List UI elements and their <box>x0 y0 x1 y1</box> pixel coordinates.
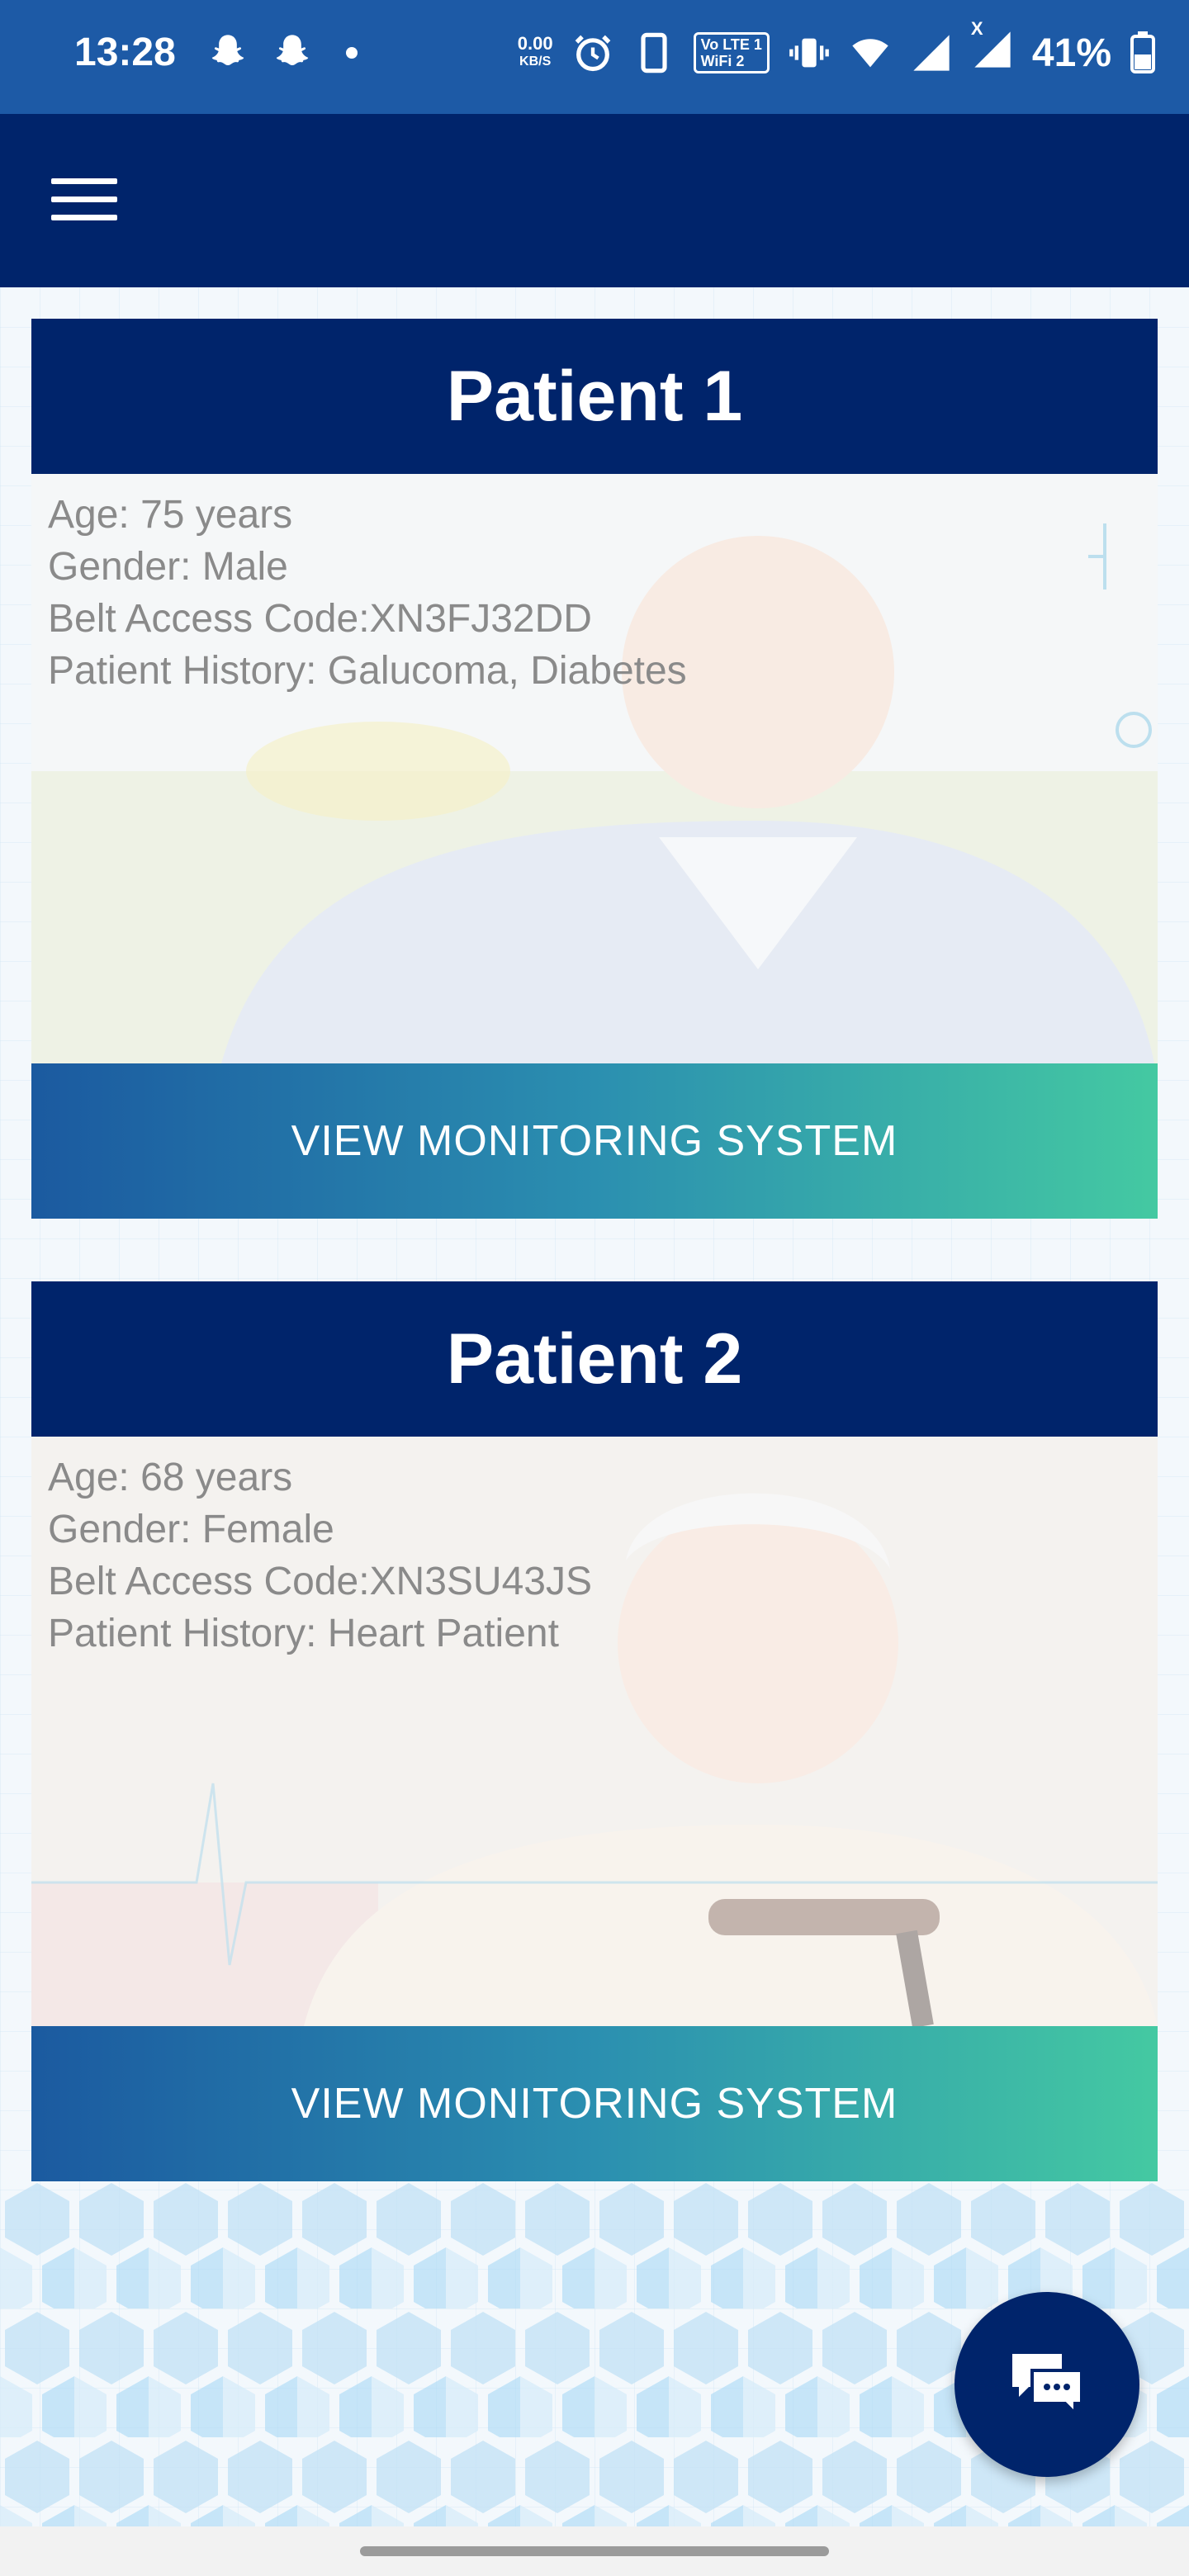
signal-icon <box>913 35 950 71</box>
wifi-calling-label: WiFi 2 <box>700 53 745 69</box>
net-speed-value: 0.00 <box>517 33 553 54</box>
dot-icon <box>346 47 358 59</box>
snapchat-icon <box>211 35 244 66</box>
patient-details: Age: 68 years Gender: Female Belt Access… <box>48 1451 592 1660</box>
net-speed-unit: KB/S <box>519 54 552 69</box>
volte-wifi-badge: Vo LTE 1 WiFi 2 <box>693 32 770 73</box>
battery-percent: 41% <box>1031 31 1111 75</box>
patient-age: Age: 75 years <box>48 493 293 537</box>
battery-icon <box>1130 31 1155 73</box>
chat-bubble-icon <box>1012 2354 1083 2417</box>
vibrate-icon <box>789 38 829 68</box>
home-gesture-bar[interactable] <box>360 2546 829 2556</box>
patient-history: Patient History: Heart Patient <box>48 1612 559 1655</box>
patient-belt-code: Belt Access Code:XN3FJ32DD <box>48 597 592 641</box>
patient-title: Patient 1 <box>31 319 1158 474</box>
patient-gender: Gender: Male <box>48 545 288 589</box>
view-monitoring-button[interactable]: VIEW MONITORING SYSTEM <box>31 2026 1158 2181</box>
phone-icon <box>640 32 667 73</box>
patient-title: Patient 2 <box>31 1281 1158 1437</box>
patient-list[interactable]: Patient 1 Age: 75 years Gender: Male Bel… <box>0 287 1189 2526</box>
patient-photo: Age: 68 years Gender: Female Belt Access… <box>31 1437 1158 2026</box>
app-bar <box>0 114 1189 287</box>
status-time: 13:28 <box>74 31 176 74</box>
patient-photo: Age: 75 years Gender: Male Belt Access C… <box>31 474 1158 1063</box>
patient-belt-code: Belt Access Code:XN3SU43JS <box>48 1560 592 1603</box>
patient-gender: Gender: Female <box>48 1508 334 1551</box>
patient-details: Age: 75 years Gender: Male Belt Access C… <box>48 489 687 697</box>
view-monitoring-button[interactable]: VIEW MONITORING SYSTEM <box>31 1063 1158 1219</box>
patient-card: Patient 2 Age: 68 years Gender: Female B… <box>31 1281 1158 2181</box>
system-nav-bar <box>0 2526 1189 2576</box>
hamburger-menu-icon[interactable] <box>51 178 117 228</box>
volte-label: Vo LTE 1 <box>700 36 762 53</box>
chat-button[interactable] <box>955 2292 1139 2477</box>
status-bar: 13:28 0.00 KB/S Vo LTE 1 WiFi 2 X 41% <box>0 0 1189 114</box>
patient-history: Patient History: Galucoma, Diabetes <box>48 649 687 693</box>
patient-card: Patient 1 Age: 75 years Gender: Male Bel… <box>31 319 1158 1219</box>
patient-age: Age: 68 years <box>48 1456 293 1499</box>
roaming-label: X <box>970 18 983 39</box>
wifi-icon <box>852 39 888 68</box>
net-speed: 0.00 KB/S <box>518 35 553 71</box>
snapchat-icon <box>276 35 309 66</box>
alarm-icon <box>575 35 610 72</box>
